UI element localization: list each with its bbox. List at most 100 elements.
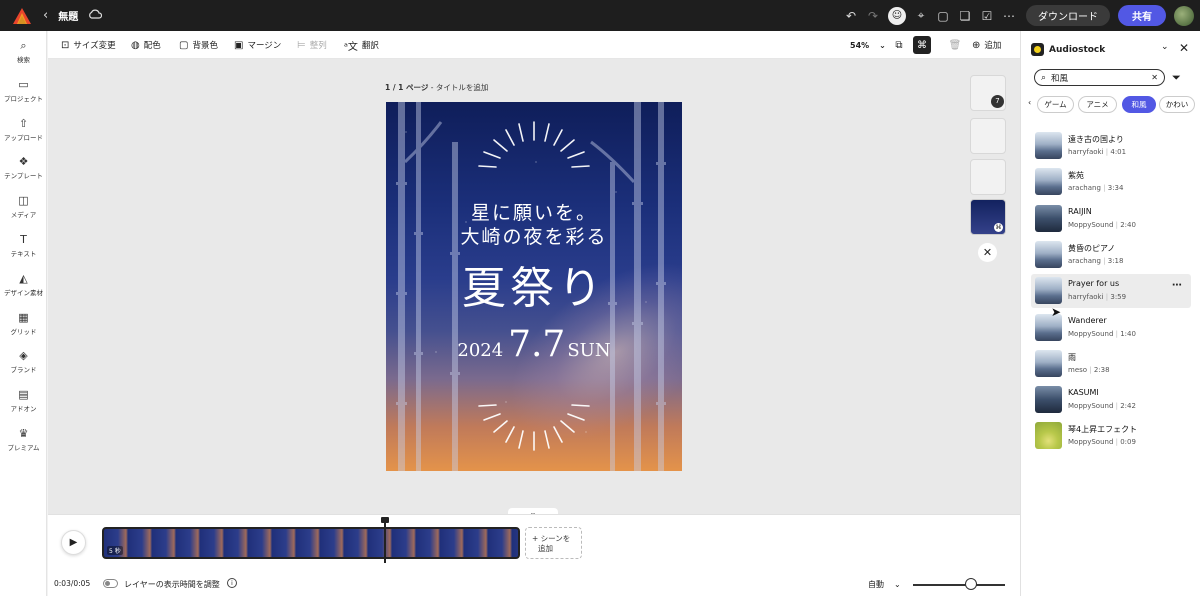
avatar[interactable] — [1174, 5, 1194, 26]
track-meta: harryfaoki | 4:01 — [1068, 148, 1126, 156]
track-thumbnail[interactable] — [1035, 349, 1062, 377]
track-artist: meso — [1068, 365, 1088, 374]
chip-0[interactable]: ゲーム — [1037, 96, 1074, 113]
layer-duration-toggle[interactable] — [103, 579, 118, 588]
shapes-icon: ◭ — [19, 271, 28, 285]
animate-icon[interactable]: ⌘ — [913, 36, 931, 54]
scene-strip[interactable]: 5 秒 — [102, 527, 520, 559]
rail-item-0[interactable]: ⌕ 検索 — [0, 39, 47, 64]
rail-item-10[interactable]: ♛ プレミアム — [0, 427, 47, 452]
rail-item-2[interactable]: ⇧ アップロード — [0, 117, 47, 142]
rail-item-3[interactable]: ❖ テンプレート — [0, 155, 47, 180]
page-label[interactable]: 1 / 1 ページ - タイトルを追加 — [385, 82, 488, 93]
chip-2[interactable]: 和風 — [1122, 96, 1156, 113]
page-thumb-4[interactable]: ⌘ — [970, 199, 1006, 235]
poster-date[interactable]: 2024 7.7 SUN — [386, 324, 682, 365]
close-thumbs-icon[interactable]: ✕ — [978, 243, 997, 262]
add-button[interactable]: ⊕ 追加 — [972, 31, 1001, 59]
layers-icon[interactable]: ⧉ — [890, 36, 908, 54]
rail-item-1[interactable]: ▭ プロジェクト — [0, 78, 47, 103]
play-button[interactable]: ▶ — [61, 530, 86, 555]
track-artist: MoppySound — [1068, 220, 1114, 229]
document-title[interactable]: 無題 — [58, 8, 78, 23]
cloud-sync-icon[interactable] — [88, 9, 103, 22]
rail-item-8[interactable]: ◈ ブランド — [0, 349, 47, 374]
add-scene-label-1: + シーンを — [532, 534, 571, 543]
more-icon[interactable]: ⋯ — [998, 5, 1020, 27]
margin-button[interactable]: ▣ マージン — [234, 31, 281, 59]
info-icon[interactable]: i — [227, 578, 237, 588]
undo-icon[interactable]: ↶ — [840, 5, 862, 27]
track-thumbnail[interactable] — [1035, 204, 1062, 232]
folder-icon: ▭ — [18, 77, 29, 91]
track-row[interactable]: 琴4上昇エフェクト MoppySound | 0:09 — [1031, 419, 1191, 453]
rail-item-label: メディア — [10, 211, 37, 220]
resize-button[interactable]: ⊡ サイズ変更 — [61, 31, 116, 59]
rail-item-7[interactable]: ▦ グリッド — [0, 311, 47, 336]
checklist-icon[interactable]: ☑ — [976, 5, 998, 27]
poster[interactable]: 星に願いを。 大崎の夜を彩る 夏祭り 2024 7.7 SUN — [386, 102, 682, 471]
translate-button[interactable]: ᵃ文 翻訳 — [344, 31, 379, 59]
pin-icon[interactable]: ⌖ — [910, 5, 932, 27]
track-thumbnail[interactable] — [1035, 422, 1062, 450]
auto-select[interactable]: 自動 ⌄ — [868, 579, 901, 590]
invite-icon[interactable]: ☺ — [888, 6, 906, 25]
color-button[interactable]: ◍ 配色 — [131, 31, 161, 59]
chat-icon[interactable]: ❏ — [954, 5, 976, 27]
track-thumbnail[interactable] — [1035, 240, 1062, 268]
track-row[interactable]: 雨 meso | 2:38 — [1031, 347, 1191, 381]
download-button[interactable]: ダウンロード — [1026, 5, 1110, 26]
filter-icon[interactable]: ⏷ — [1172, 71, 1181, 85]
track-row[interactable]: 遠き古の国より harryfaoki | 4:01 — [1031, 129, 1191, 163]
track-thumbnail[interactable] — [1035, 277, 1062, 305]
poster-line-1[interactable]: 星に願いを。 — [386, 198, 682, 225]
zoom-select[interactable]: 54% ⌄ — [850, 31, 886, 59]
track-row[interactable]: 黄昏のピアノ arachang | 3:18 — [1031, 238, 1191, 272]
track-artist: harryfaoki — [1068, 293, 1104, 302]
page-thumb-2[interactable] — [970, 118, 1006, 154]
track-row[interactable]: Prayer for us harryfaoki | 3:59 ⋯ — [1031, 274, 1191, 309]
playhead[interactable] — [381, 517, 389, 563]
track-row[interactable]: RAIJIN MoppySound | 2:40 — [1031, 202, 1191, 236]
rail-item-5[interactable]: T テキスト — [0, 233, 47, 258]
track-thumbnail[interactable] — [1035, 386, 1062, 414]
translate-label: 翻訳 — [361, 41, 379, 51]
trash-icon[interactable]: 🗑 — [946, 36, 964, 54]
poster-line-2[interactable]: 大崎の夜を彩る — [386, 222, 682, 249]
back-icon[interactable]: ‹ — [43, 8, 48, 23]
track-meta: arachang | 3:18 — [1068, 257, 1123, 265]
track-row[interactable]: KASUMI MoppySound | 2:42 — [1031, 383, 1191, 417]
track-duration: 3:34 — [1107, 184, 1124, 193]
search-input[interactable]: ⌕ 和風 ✕ — [1034, 69, 1165, 86]
arrange-button[interactable]: ⊨ 整列 — [297, 31, 327, 59]
track-row[interactable]: 紫苑 arachang | 3:34 — [1031, 165, 1191, 199]
redo-icon[interactable]: ↷ — [862, 5, 884, 27]
poster-headline[interactable]: 夏祭り — [386, 252, 682, 316]
slider-knob[interactable] — [964, 578, 977, 590]
track-artist: MoppySound — [1068, 402, 1114, 411]
chip-1[interactable]: アニメ — [1078, 96, 1117, 113]
rail-item-9[interactable]: ▤ アドオン — [0, 388, 47, 413]
clear-icon[interactable]: ✕ — [1151, 73, 1158, 82]
chip-3[interactable]: かわい — [1159, 96, 1195, 113]
track-more-icon[interactable]: ⋯ — [1172, 280, 1182, 291]
add-scene-button[interactable]: + シーンを 追加 — [525, 527, 582, 559]
comment-icon[interactable]: ▢ — [932, 5, 954, 27]
track-thumbnail[interactable] — [1035, 168, 1062, 196]
layer-count-badge: 7 — [991, 95, 1004, 108]
timeline-zoom-slider[interactable] — [913, 584, 1005, 586]
page-thumb-3[interactable] — [970, 159, 1006, 195]
close-icon[interactable]: ✕ — [1179, 41, 1189, 55]
translate-icon: ᵃ文 — [344, 41, 358, 53]
chevron-left-icon[interactable]: ‹ — [1028, 98, 1031, 107]
chevron-down-icon[interactable]: ⌄ — [1161, 42, 1169, 52]
track-meta: MoppySound | 0:09 — [1068, 438, 1136, 446]
app-logo-icon[interactable] — [13, 7, 31, 24]
track-thumbnail[interactable] — [1035, 132, 1062, 159]
rail-item-label: テキスト — [10, 250, 37, 258]
background-button[interactable]: ▢ 背景色 — [179, 31, 218, 59]
rail-item-4[interactable]: ◫ メディア — [0, 194, 47, 219]
rail-item-6[interactable]: ◭ デザイン素材 — [0, 272, 47, 297]
share-button[interactable]: 共有 — [1118, 5, 1166, 26]
background-label: 背景色 — [192, 41, 218, 51]
